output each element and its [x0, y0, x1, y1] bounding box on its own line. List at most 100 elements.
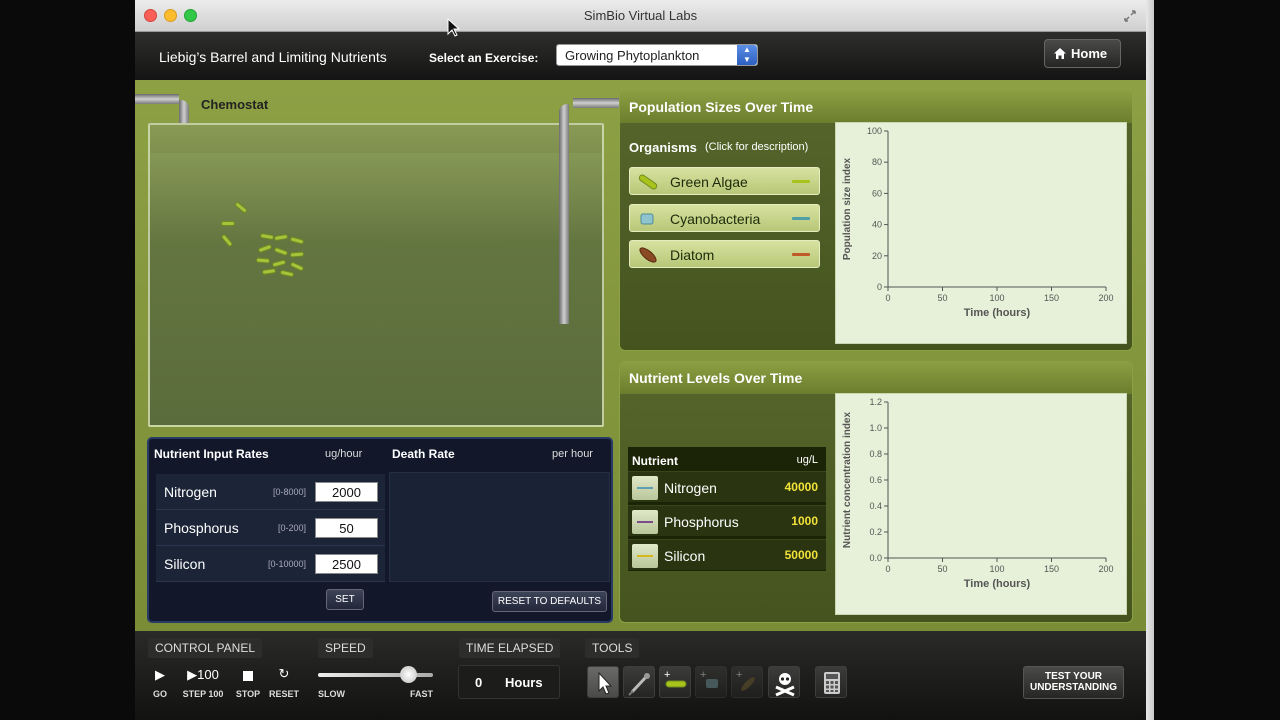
bottom-toolbar: CONTROL PANEL SPEED TIME ELAPSED TOOLS ▶… — [135, 631, 1146, 720]
phosphorus-rate-input[interactable]: 50 — [315, 518, 378, 538]
svg-text:+: + — [736, 669, 742, 681]
home-button[interactable]: Home — [1044, 39, 1121, 68]
inlet-pipe — [135, 94, 179, 104]
nutrient-value: 50000 — [784, 548, 818, 562]
legend-swatch — [792, 180, 810, 183]
test-understanding-button[interactable]: TEST YOUR UNDERSTANDING — [1023, 666, 1124, 699]
home-icon — [1054, 48, 1066, 59]
y-tick-label: 0.6 — [869, 475, 882, 485]
nutrient-col-header: Nutrient — [632, 454, 678, 468]
x-tick-label: 0 — [885, 564, 890, 574]
stop-label: STOP — [235, 689, 261, 699]
add-diatom-tool[interactable]: + — [731, 666, 763, 698]
nutrient-row[interactable]: Phosphorus 1000 — [628, 505, 826, 536]
home-label: Home — [1071, 46, 1108, 61]
test-label-line2: UNDERSTANDING — [1029, 682, 1118, 693]
cyanobacteria-icon — [640, 213, 654, 225]
nutrient-name: Phosphorus — [164, 520, 239, 536]
time-unit: Hours — [505, 675, 543, 690]
set-button[interactable]: SET — [326, 589, 364, 610]
legend-swatch — [792, 217, 810, 220]
play-icon: ▶ — [155, 667, 165, 682]
rates-panel: Nutrient Input Rates ug/hour Death Rate … — [147, 437, 613, 623]
y-tick-label: 40 — [872, 220, 882, 230]
desktop-right — [1146, 0, 1280, 720]
select-arrows-icon: ▲ ▼ — [737, 45, 757, 65]
window-title: SimBio Virtual Labs — [583, 8, 698, 23]
stop-button[interactable]: STOP — [233, 665, 263, 705]
reset-defaults-button[interactable]: RESET TO DEFAULTS — [492, 591, 607, 612]
legend-swatch — [792, 253, 810, 256]
legend-swatch — [632, 510, 658, 534]
kill-tool-button[interactable] — [768, 666, 800, 698]
chemostat-tank — [148, 123, 604, 427]
window-titlebar[interactable]: SimBio Virtual Labs — [135, 0, 1146, 32]
death-rate-header: Death Rate — [392, 447, 455, 461]
add-green-algae-icon: + — [664, 669, 687, 688]
screen: SimBio Virtual Labs Liebig’s Barrel and … — [0, 0, 1280, 720]
x-tick-label: 200 — [1098, 293, 1113, 303]
y-tick-label: 60 — [872, 188, 882, 198]
green-algae-icon — [638, 174, 658, 190]
silicon-rate-input[interactable]: 2500 — [315, 554, 378, 574]
add-cyanobacteria-tool[interactable]: + — [695, 666, 727, 698]
organism-diatom-button[interactable]: Diatom — [629, 240, 820, 268]
main-area: Chemostat Nutrient Input Rates ug/hour D… — [135, 80, 1146, 631]
speed-slider-thumb[interactable] — [399, 666, 417, 683]
exercise-select[interactable]: Growing Phytoplankton ▲ ▼ — [556, 44, 758, 66]
skull-crossbones-icon — [775, 673, 795, 697]
y-tick-label: 1.2 — [869, 397, 882, 407]
x-tick-label: 50 — [937, 564, 947, 574]
select-tool-button[interactable] — [587, 666, 619, 698]
nutrient-rate-row: Phosphorus [0-200] 50 — [156, 510, 385, 546]
organism-green-algae-button[interactable]: Green Algae — [629, 167, 820, 195]
add-green-algae-tool[interactable]: + — [659, 666, 691, 698]
x-tick-label: 200 — [1098, 564, 1113, 574]
calculator-button[interactable] — [815, 666, 847, 698]
organisms-hint: (Click for description) — [705, 141, 809, 153]
pipette-icon — [628, 673, 650, 696]
outlet-pipe-vertical — [559, 104, 569, 324]
desktop-left — [0, 0, 135, 720]
nutrient-row[interactable]: Silicon 50000 — [628, 539, 826, 570]
organism-cyanobacteria-button[interactable]: Cyanobacteria — [629, 204, 820, 232]
chemostat-label: Chemostat — [201, 97, 269, 112]
nutrient-row[interactable]: Nitrogen 40000 — [628, 471, 826, 502]
population-chart-box: 0 50 100 150 200 0 20 40 60 80 100 Time (hours) Popu… — [835, 122, 1127, 344]
nutrient-name: Phosphorus — [664, 514, 739, 530]
go-label: GO — [152, 689, 167, 699]
y-axis-label: Nutrient concentration index — [842, 412, 853, 549]
go-button[interactable]: ▶ GO — [147, 665, 173, 705]
fast-label: FAST — [410, 689, 434, 699]
y-tick-label: 0.2 — [869, 527, 882, 537]
reset-button[interactable]: ↻ RESET — [268, 665, 300, 705]
speed-label: SPEED — [318, 638, 373, 658]
diatom-icon — [639, 247, 657, 263]
nutrient-unit-header: ug/L — [796, 454, 818, 466]
nutrient-chart: 0 50 100 150 200 0.0 0.2 0.4 0.6 0.8 1.0 1.2 Time (h… — [842, 397, 1114, 590]
app-header: Liebig’s Barrel and Limiting Nutrients S… — [135, 32, 1146, 80]
nutrient-value: 1000 — [791, 514, 818, 528]
y-tick-label: 0.0 — [869, 553, 882, 563]
nutrient-input-header: Nutrient Input Rates — [154, 447, 269, 461]
fullscreen-icon[interactable] — [1123, 9, 1137, 23]
time-value: 0 — [475, 675, 483, 690]
x-tick-label: 150 — [1044, 564, 1059, 574]
death-rate-panel — [389, 472, 610, 582]
x-axis-label: Time (hours) — [964, 307, 1031, 319]
svg-text:+: + — [700, 669, 706, 681]
sample-tool-button[interactable] — [623, 666, 655, 698]
nutrient-rate-row: Silicon [0-10000] 2500 — [156, 546, 385, 582]
nutrient-name: Silicon — [664, 548, 706, 564]
tools-label: TOOLS — [585, 638, 640, 658]
organism-name: Cyanobacteria — [670, 211, 761, 227]
step-100-button[interactable]: ▶100 STEP 100 — [180, 665, 226, 705]
slow-label: SLOW — [318, 689, 345, 699]
nitrogen-rate-input[interactable]: 2000 — [315, 482, 378, 502]
y-tick-label: 80 — [872, 157, 882, 167]
nutrient-panel-title: Nutrient Levels Over Time — [620, 362, 1132, 394]
x-tick-label: 100 — [989, 293, 1004, 303]
mouse-cursor-icon — [447, 18, 461, 37]
y-tick-label: 20 — [872, 251, 882, 261]
select-exercise-label: Select an Exercise: — [429, 51, 539, 65]
